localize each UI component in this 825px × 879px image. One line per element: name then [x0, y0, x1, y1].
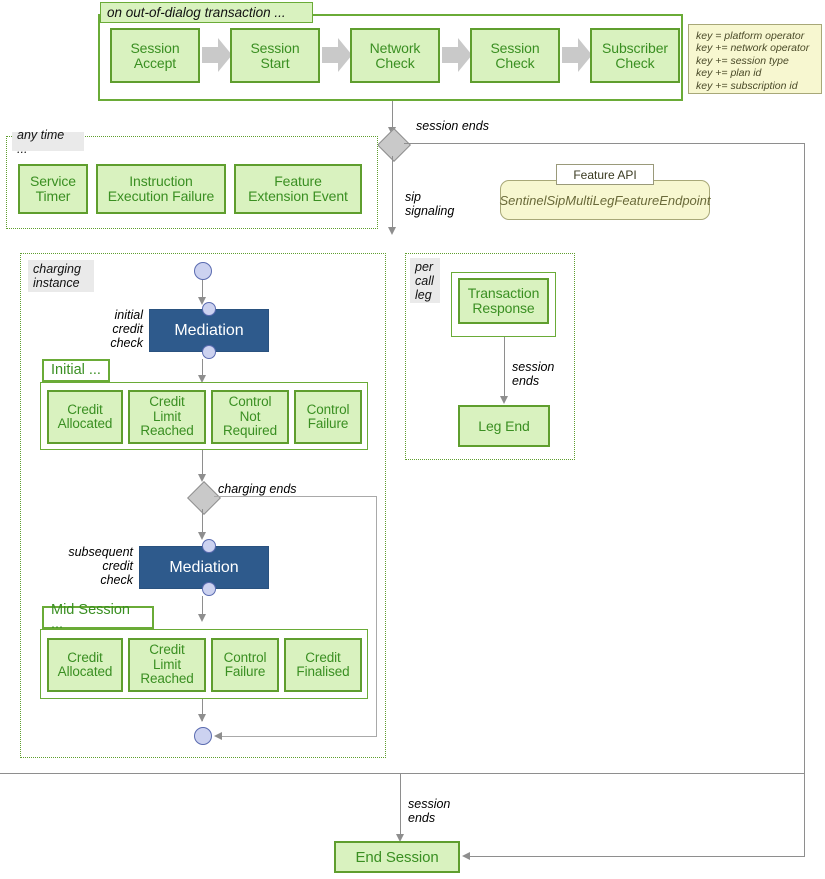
arrow-initial-group-to-decision: [198, 474, 206, 482]
initial-group-label: Initial ...: [42, 359, 110, 382]
step-network-check[interactable]: Network Check: [350, 28, 440, 83]
step-label: Session Start: [250, 39, 300, 71]
mediation-subsequent-out-pin: [202, 582, 216, 596]
arrow-mediation-to-mid-session: [198, 614, 206, 622]
rail-bottom-to-end-session: [470, 856, 805, 858]
rail-right-vertical: [804, 143, 806, 857]
event-label: Instruction Execution Failure: [107, 173, 215, 204]
charging-instance-label: charging instance: [28, 260, 94, 292]
node-label: End Session: [355, 848, 439, 866]
node-label: Transaction Response: [467, 285, 540, 316]
sequence-arrow-3: [442, 38, 472, 72]
sequence-arrow-1: [202, 38, 232, 72]
mediation-initial-out-pin: [202, 345, 216, 359]
edge-label-sip-signaling: sip signaling: [405, 190, 455, 218]
feature-api-tab-label: Feature API: [573, 167, 637, 182]
edge-label-session-ends-bottom: session ends: [408, 797, 451, 825]
step-session-check[interactable]: Session Check: [470, 28, 560, 83]
sequence-arrow-4: [562, 38, 592, 72]
outcome-label: Credit Allocated: [57, 649, 113, 679]
mediation-label: Mediation: [169, 558, 239, 576]
any-time-region-label: any time ...: [12, 128, 84, 156]
arrow-sip-signaling: [388, 227, 396, 235]
outcome-label: Credit Limit Reached: [140, 394, 194, 439]
node-label: Leg End: [478, 417, 530, 434]
bypass-rail-horizontal-top: [214, 496, 377, 498]
decision-charging-ends: [187, 481, 221, 515]
sequence-arrow-2: [322, 38, 352, 72]
step-label: Network Check: [369, 39, 421, 71]
outcome-label: Control Failure: [223, 649, 267, 679]
feature-api-box: SentinelSipMultiLegFeatureEndpoint: [499, 180, 711, 220]
node-end-session[interactable]: End Session: [334, 841, 460, 873]
mid-session-outcome-credit-finalised[interactable]: Credit Finalised: [284, 638, 362, 692]
initial-outcome-control-not-required[interactable]: Control Not Required: [211, 390, 289, 444]
top-region-label: on out-of-dialog transaction ...: [100, 2, 313, 23]
charging-start-node: [194, 262, 212, 280]
event-feature-extension-event[interactable]: Feature Extension Event: [234, 164, 362, 214]
initial-outcome-control-failure[interactable]: Control Failure: [294, 390, 362, 444]
diagram-canvas: on out-of-dialog transaction ... Session…: [0, 0, 825, 879]
event-service-timer[interactable]: Service Timer: [18, 164, 88, 214]
edge-label-session-ends-top: session ends: [416, 119, 489, 133]
charging-join-node: [194, 727, 212, 745]
event-label: Service Timer: [30, 173, 76, 204]
key-note: key = platform operator key += network o…: [688, 24, 822, 94]
mediation-subsequent-in-pin: [202, 539, 216, 553]
initial-outcome-credit-allocated[interactable]: Credit Allocated: [47, 390, 123, 444]
section-divider-bottom: [0, 773, 805, 775]
per-call-leg-label: per call leg: [410, 258, 440, 303]
connector-transaction-response-to-leg-end: [504, 337, 506, 400]
mid-session-outcome-control-failure[interactable]: Control Failure: [211, 638, 279, 692]
edge-label-per-call-leg-session-ends: session ends: [512, 360, 555, 388]
outcome-label: Control Failure: [306, 401, 350, 431]
arrow-transaction-response-to-leg-end: [500, 396, 508, 404]
decision-session-ends: [377, 128, 411, 162]
mid-session-outcome-credit-allocated[interactable]: Credit Allocated: [47, 638, 123, 692]
step-session-accept[interactable]: Session Accept: [110, 28, 200, 83]
step-label: Session Check: [490, 39, 540, 71]
feature-api-endpoint: SentinelSipMultiLegFeatureEndpoint: [499, 192, 711, 208]
event-instruction-execution-failure[interactable]: Instruction Execution Failure: [96, 164, 226, 214]
initial-outcome-credit-limit-reached[interactable]: Credit Limit Reached: [128, 390, 206, 444]
rail-top-horizontal: [404, 143, 805, 145]
outcome-label: Credit Allocated: [57, 401, 113, 431]
mediation-label: Mediation: [174, 321, 244, 339]
outcome-label: Credit Limit Reached: [140, 642, 194, 687]
bypass-rail-horizontal-bottom: [222, 736, 377, 738]
arrow-mid-session-to-join: [198, 714, 206, 722]
node-leg-end[interactable]: Leg End: [458, 405, 550, 447]
edge-label-charging-ends: charging ends: [218, 482, 297, 496]
edge-label-initial-credit-check: initial credit check: [110, 308, 143, 350]
arrow-bypass-into-join: [214, 732, 222, 740]
step-session-start[interactable]: Session Start: [230, 28, 320, 83]
mediation-initial-in-pin: [202, 302, 216, 316]
node-transaction-response[interactable]: Transaction Response: [458, 278, 549, 324]
connector-sip-signaling: [392, 156, 394, 232]
outcome-label: Control Not Required: [223, 394, 277, 439]
feature-api-tab: Feature API: [556, 164, 654, 185]
step-label: Subscriber Check: [602, 39, 668, 71]
mid-session-group-label: Mid Session ...: [42, 603, 154, 631]
arrow-into-end-session: [462, 852, 470, 860]
bypass-rail-vertical: [376, 496, 378, 736]
edge-label-subsequent-credit-check: subsequent credit check: [68, 545, 133, 587]
event-label: Feature Extension Event: [248, 173, 348, 204]
step-subscriber-check[interactable]: Subscriber Check: [590, 28, 680, 83]
outcome-label: Credit Finalised: [296, 649, 350, 679]
step-label: Session Accept: [130, 39, 180, 71]
mid-session-outcome-credit-limit-reached[interactable]: Credit Limit Reached: [128, 638, 206, 692]
connector-bottom-to-end-session: [400, 773, 402, 839]
